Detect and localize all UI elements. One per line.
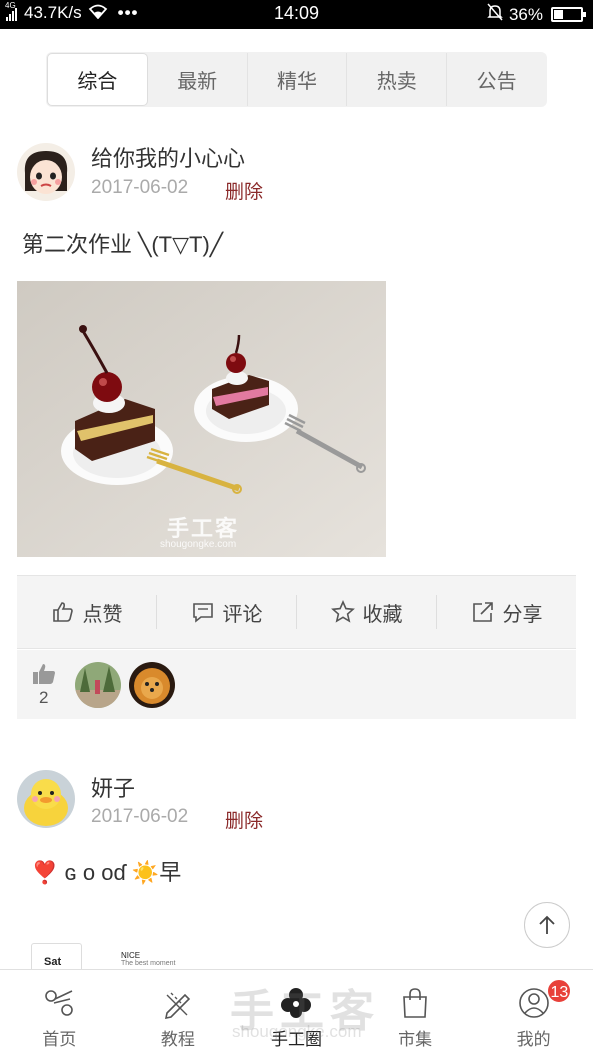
post-date: 2017-06-02 [91, 806, 189, 827]
avatar[interactable] [17, 770, 75, 828]
delete-button[interactable]: 删除 [225, 806, 263, 833]
post-action-bar: 点赞 评论 收藏 分享 [17, 575, 576, 649]
battery-icon [551, 7, 586, 22]
favorite-label: 收藏 [362, 603, 403, 626]
nav-craft-circle-label: 手工圈 [270, 1030, 322, 1049]
flower-icon [281, 988, 312, 1018]
post-username[interactable]: 妍子 [91, 771, 135, 803]
post-date: 2017-06-02 [91, 177, 189, 198]
tab-announcements[interactable]: 公告 [447, 53, 546, 106]
favorite-button[interactable]: 收藏 [297, 595, 437, 629]
liker-avatar[interactable] [129, 662, 175, 708]
nav-craft-circle[interactable]: 手工圈 [237, 970, 356, 1054]
avatar[interactable] [17, 143, 75, 201]
nav-home[interactable]: 首页 [0, 970, 119, 1054]
silent-bell-icon [487, 3, 503, 26]
post-content: 第二次作业 ╲(T▽T)╱ [22, 232, 224, 257]
nav-tutorials[interactable]: 教程 [119, 970, 238, 1054]
post-image-preview-text: NICE The best moment [121, 951, 176, 967]
nav-market-label: 市集 [398, 1030, 433, 1049]
scroll-to-top-button[interactable] [524, 902, 570, 948]
thumbs-up-icon [33, 664, 55, 684]
category-tabs: 综合 最新 精华 热卖 公告 [46, 52, 547, 107]
tab-hot-selling[interactable]: 热卖 [347, 53, 448, 106]
photo-watermark-url: shougongke.com [160, 539, 237, 550]
likes-row: 2 [17, 650, 576, 719]
like-label: 点赞 [82, 603, 123, 626]
nav-market[interactable]: 市集 [356, 970, 475, 1054]
status-bar: 4G 43.7K/s ••• 14:09 36% [0, 0, 593, 29]
pencil-ruler-icon [164, 992, 191, 1019]
nav-tutorials-label: 教程 [160, 1030, 195, 1049]
share-label: 分享 [502, 603, 543, 626]
scissors-icon [45, 990, 74, 1016]
comment-button[interactable]: 评论 [157, 595, 297, 629]
thumbs-up-icon [52, 602, 73, 622]
nav-home-label: 首页 [42, 1030, 77, 1049]
comment-icon [192, 603, 213, 623]
tab-comprehensive[interactable]: 综合 [47, 53, 148, 106]
nav-mine-label: 我的 [516, 1030, 551, 1049]
battery-percent: 36% [508, 4, 543, 24]
arrow-up-icon [539, 915, 555, 934]
tab-latest[interactable]: 最新 [148, 53, 248, 106]
bottom-navigation: 首页 教程 手工圈 市集 我的 13 [0, 969, 593, 1054]
tab-featured[interactable]: 精华 [248, 53, 348, 106]
star-icon [330, 600, 355, 623]
liker-avatar[interactable] [75, 662, 121, 708]
post-photo[interactable]: 手工客 shougongke.com [17, 281, 386, 557]
like-button[interactable]: 点赞 [17, 595, 157, 629]
delete-button[interactable]: 删除 [225, 177, 263, 204]
like-count: 2 [39, 688, 49, 707]
post-content: ❣️ ɢ ο οɗ ☀️早 [31, 860, 182, 885]
share-button[interactable]: 分享 [437, 595, 576, 629]
shopping-bag-icon [403, 988, 427, 1018]
share-icon [472, 602, 493, 622]
comment-label: 评论 [222, 603, 263, 626]
notification-badge: 13 [546, 978, 573, 1004]
post-username[interactable]: 给你我的小心心 [91, 141, 245, 173]
nav-mine[interactable]: 我的 13 [474, 970, 593, 1054]
